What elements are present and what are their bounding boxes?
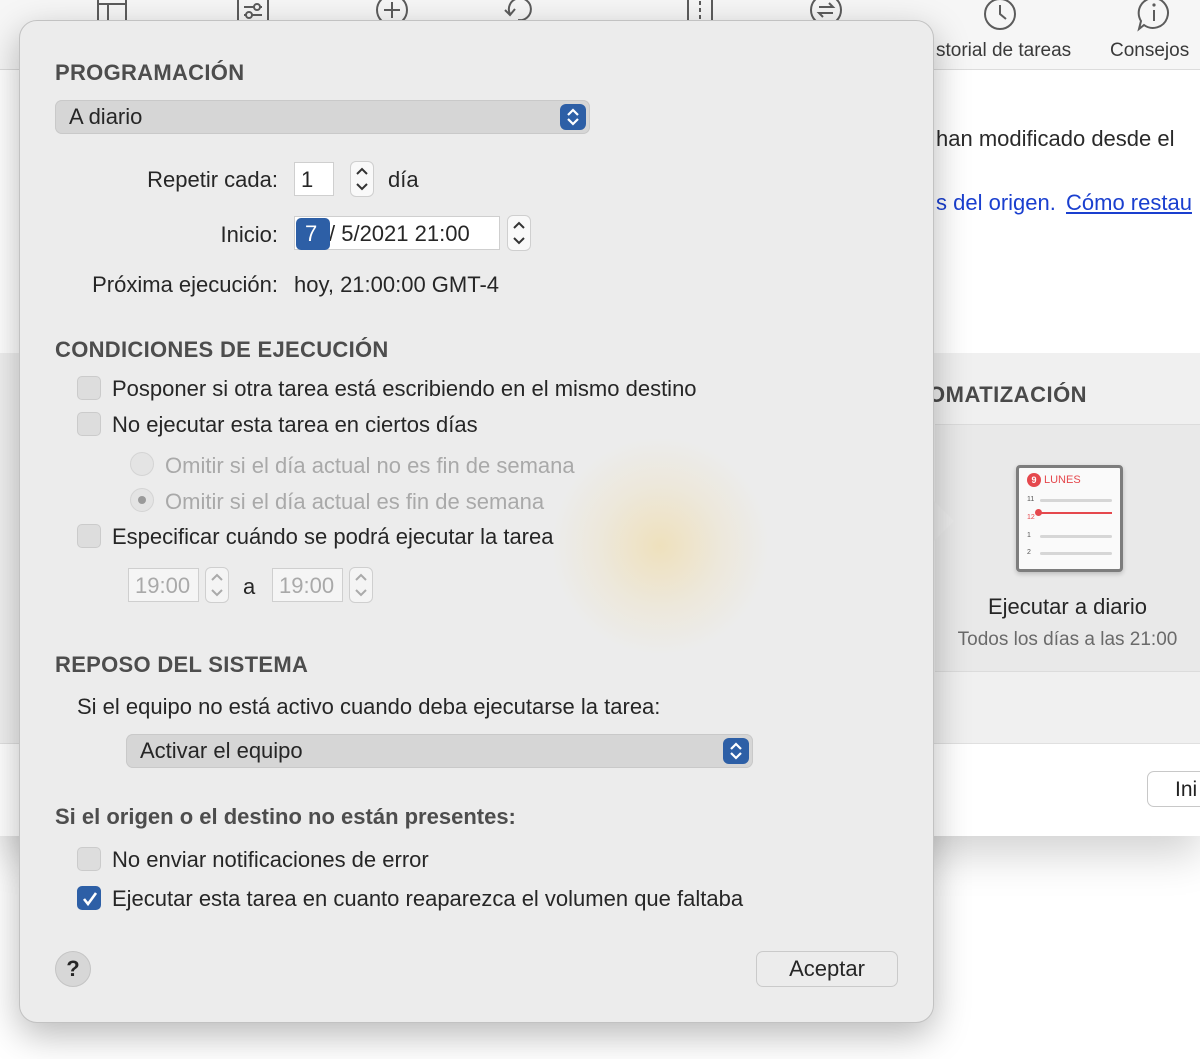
sleep-action-select[interactable]: Activar el equipo [126, 734, 753, 768]
restore-link[interactable]: Cómo restau [1066, 190, 1192, 216]
section-title-programacion: PROGRAMACIÓN [55, 60, 245, 85]
skip-not-weekend-label[interactable]: Omitir si el día actual no es fin de sem… [165, 453, 575, 479]
start-datetime-stepper[interactable] [507, 215, 531, 251]
chevron-updown-icon [560, 104, 586, 130]
repeat-unit-label: día [388, 167, 419, 192]
next-run-label: Próxima ejecución: [92, 272, 278, 297]
start-day-segment[interactable]: 7 [296, 218, 330, 250]
checkmark-icon [82, 892, 98, 907]
calendar-line [1040, 552, 1112, 555]
specify-time-checkbox[interactable] [77, 524, 101, 548]
calendar-now-dot [1035, 509, 1042, 516]
radio-selected-dot [138, 496, 146, 504]
sleep-description: Si el equipo no está activo cuando deba … [77, 694, 661, 719]
skip-not-weekend-radio[interactable] [130, 452, 154, 476]
no-notify-checkbox[interactable] [77, 847, 101, 871]
background-text-modified: han modificado desde el [936, 126, 1175, 151]
time-from-input[interactable]: 19:00 [128, 568, 199, 602]
toolbar-label-history[interactable]: storial de tareas [936, 40, 1071, 62]
run-on-reappear-label[interactable]: Ejecutar esta tarea en cuanto reaparezca… [112, 886, 743, 912]
frequency-value: A diario [69, 104, 143, 129]
info-bubble-icon[interactable] [1136, 0, 1172, 32]
schedule-card-subtitle: Todos los días a las 21:00 [957, 629, 1178, 650]
section-title-reposo: REPOSO DEL SISTEMA [55, 652, 309, 677]
start-label: Inicio: [220, 222, 278, 247]
start-button[interactable]: Ini [1147, 771, 1200, 807]
popover-glow [550, 436, 770, 656]
next-run-value: hoy, 21:00:00 GMT-4 [294, 272, 500, 297]
calendar-hour: 2 [1027, 549, 1031, 556]
skip-days-label[interactable]: No ejecutar esta tarea en ciertos días [112, 412, 478, 438]
calendar-hour: 12 [1027, 514, 1035, 521]
start-datetime-rest: / 5/2021 21:00 [329, 221, 470, 246]
calendar-badge: 9 [1027, 473, 1041, 487]
clock-icon[interactable] [982, 0, 1018, 34]
frequency-select[interactable]: A diario [55, 100, 590, 134]
section-title-condiciones: CONDICIONES DE EJECUCIÓN [55, 337, 389, 362]
calendar-hour: 1 [1027, 532, 1031, 539]
sleep-action-value: Activar el equipo [140, 738, 303, 763]
repeat-interval-input[interactable]: 1 [294, 162, 334, 196]
help-button[interactable]: ? [55, 951, 91, 987]
chevron-updown-icon [723, 738, 749, 764]
automation-section-title: OMATIZACIÓN [928, 382, 1088, 407]
accept-button[interactable]: Aceptar [756, 951, 898, 987]
repeat-interval-stepper[interactable] [350, 161, 374, 197]
postpone-checkbox[interactable] [77, 376, 101, 400]
calendar-line [1040, 499, 1112, 502]
time-to-input[interactable]: 19:00 [272, 568, 343, 602]
skip-days-checkbox[interactable] [77, 412, 101, 436]
section-title-missing: Si el origen o el destino no están prese… [55, 804, 516, 829]
time-to-stepper[interactable] [349, 567, 373, 603]
postpone-label[interactable]: Posponer si otra tarea está escribiendo … [112, 376, 697, 402]
skip-weekend-radio[interactable] [130, 488, 154, 512]
no-notify-label[interactable]: No enviar notificaciones de error [112, 847, 429, 873]
repeat-label: Repetir cada: [147, 167, 278, 192]
time-separator: a [243, 574, 256, 599]
toolbar-label-tips[interactable]: Consejos [1110, 40, 1189, 62]
skip-weekend-label[interactable]: Omitir si el día actual es fin de semana [165, 489, 544, 515]
background-text-origin: s del origen. [936, 190, 1056, 215]
calendar-line [1040, 535, 1112, 538]
schedule-card-title: Ejecutar a diario [988, 594, 1147, 619]
run-on-reappear-checkbox[interactable] [77, 886, 101, 910]
calendar-day-label: LUNES [1044, 474, 1081, 486]
specify-time-label[interactable]: Especificar cuándo se podrá ejecutar la … [112, 524, 553, 550]
calendar-hour: 11 [1027, 496, 1035, 503]
calendar-now-line [1038, 512, 1112, 514]
time-from-stepper[interactable] [205, 567, 229, 603]
